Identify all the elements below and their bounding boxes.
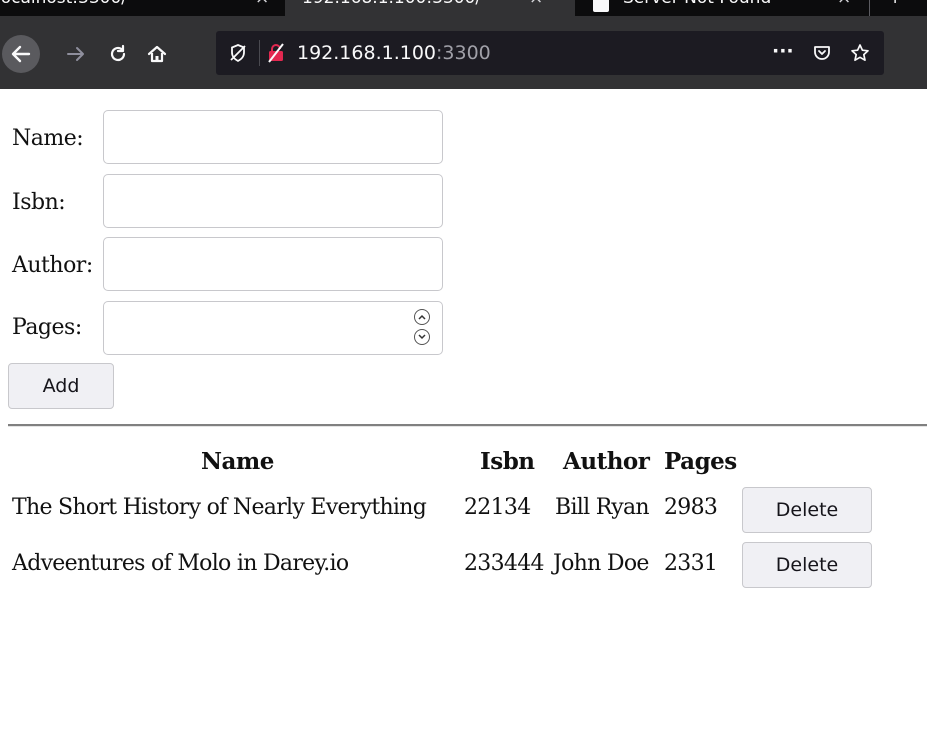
url-host: 192.168.1.100 bbox=[297, 42, 437, 64]
name-label: Name: bbox=[12, 126, 84, 151]
spin-down-icon[interactable] bbox=[414, 329, 430, 345]
header-pages: Pages bbox=[664, 448, 737, 475]
tracking-protection-icon[interactable] bbox=[227, 42, 249, 64]
tab-label: Server Not Found bbox=[623, 0, 771, 8]
cell-pages: 2983 bbox=[664, 495, 718, 520]
tab-separator bbox=[869, 0, 870, 16]
cell-pages: 2331 bbox=[664, 551, 718, 576]
header-author: Author bbox=[563, 448, 650, 475]
pages-row: Pages: bbox=[0, 301, 460, 357]
url-bar[interactable]: 192.168.1.100:3300 ··· bbox=[216, 31, 884, 75]
pages-label: Pages: bbox=[12, 315, 82, 340]
cell-author: Bill Ryan bbox=[555, 495, 650, 520]
back-arrow-icon[interactable] bbox=[2, 35, 40, 73]
number-spinner[interactable] bbox=[414, 309, 432, 349]
delete-button[interactable]: Delete bbox=[742, 542, 872, 588]
isbn-input[interactable] bbox=[103, 174, 443, 228]
pocket-icon[interactable] bbox=[811, 42, 833, 64]
name-input[interactable] bbox=[103, 110, 443, 164]
plus-icon: + bbox=[888, 0, 902, 8]
cell-author: John Doe bbox=[553, 551, 649, 576]
new-tab-button[interactable]: + bbox=[880, 0, 920, 16]
url-port: :3300 bbox=[436, 42, 491, 64]
reload-icon[interactable] bbox=[100, 36, 136, 72]
url-divider bbox=[259, 40, 260, 66]
page-actions-icon[interactable]: ··· bbox=[772, 40, 794, 62]
home-icon[interactable] bbox=[139, 36, 175, 72]
tab-label: 192.168.1.100:3300/ bbox=[302, 0, 481, 8]
warning-icon bbox=[593, 0, 609, 12]
close-tab-icon[interactable]: × bbox=[255, 0, 269, 8]
forward-arrow-icon[interactable] bbox=[58, 36, 94, 72]
name-row: Name: bbox=[0, 110, 460, 166]
author-row: Author: bbox=[0, 237, 460, 293]
tab-localhost[interactable]: localhost:3300/ × bbox=[0, 0, 285, 16]
delete-button[interactable]: Delete bbox=[742, 487, 872, 533]
header-isbn: Isbn bbox=[480, 448, 535, 475]
tab-label: localhost:3300/ bbox=[0, 0, 127, 8]
author-input[interactable] bbox=[103, 237, 443, 291]
cell-isbn: 233444 bbox=[464, 551, 544, 576]
tab-server-not-found[interactable]: Server Not Found × bbox=[575, 0, 867, 16]
cell-name: The Short History of Nearly Everything bbox=[12, 495, 427, 520]
cell-isbn: 22134 bbox=[464, 495, 531, 520]
close-tab-icon[interactable]: × bbox=[529, 0, 543, 8]
divider bbox=[8, 424, 927, 427]
close-tab-icon[interactable]: × bbox=[837, 0, 851, 8]
navigation-toolbar: 192.168.1.100:3300 ··· bbox=[0, 16, 927, 89]
bookmark-star-icon[interactable] bbox=[849, 42, 871, 64]
url-text[interactable]: 192.168.1.100:3300 bbox=[297, 42, 491, 64]
cell-name: Adveentures of Molo in Darey.io bbox=[12, 551, 349, 576]
tab-strip: localhost:3300/ × 192.168.1.100:3300/ × … bbox=[0, 0, 927, 16]
insecure-connection-icon[interactable] bbox=[265, 42, 287, 64]
header-name: Name bbox=[201, 448, 274, 475]
add-button[interactable]: Add bbox=[8, 363, 114, 409]
tab-current[interactable]: 192.168.1.100:3300/ × bbox=[285, 0, 575, 16]
isbn-label: Isbn: bbox=[12, 190, 66, 215]
isbn-row: Isbn: bbox=[0, 174, 460, 230]
spin-up-icon[interactable] bbox=[414, 309, 430, 325]
pages-input[interactable] bbox=[103, 301, 443, 355]
author-label: Author: bbox=[12, 253, 93, 278]
